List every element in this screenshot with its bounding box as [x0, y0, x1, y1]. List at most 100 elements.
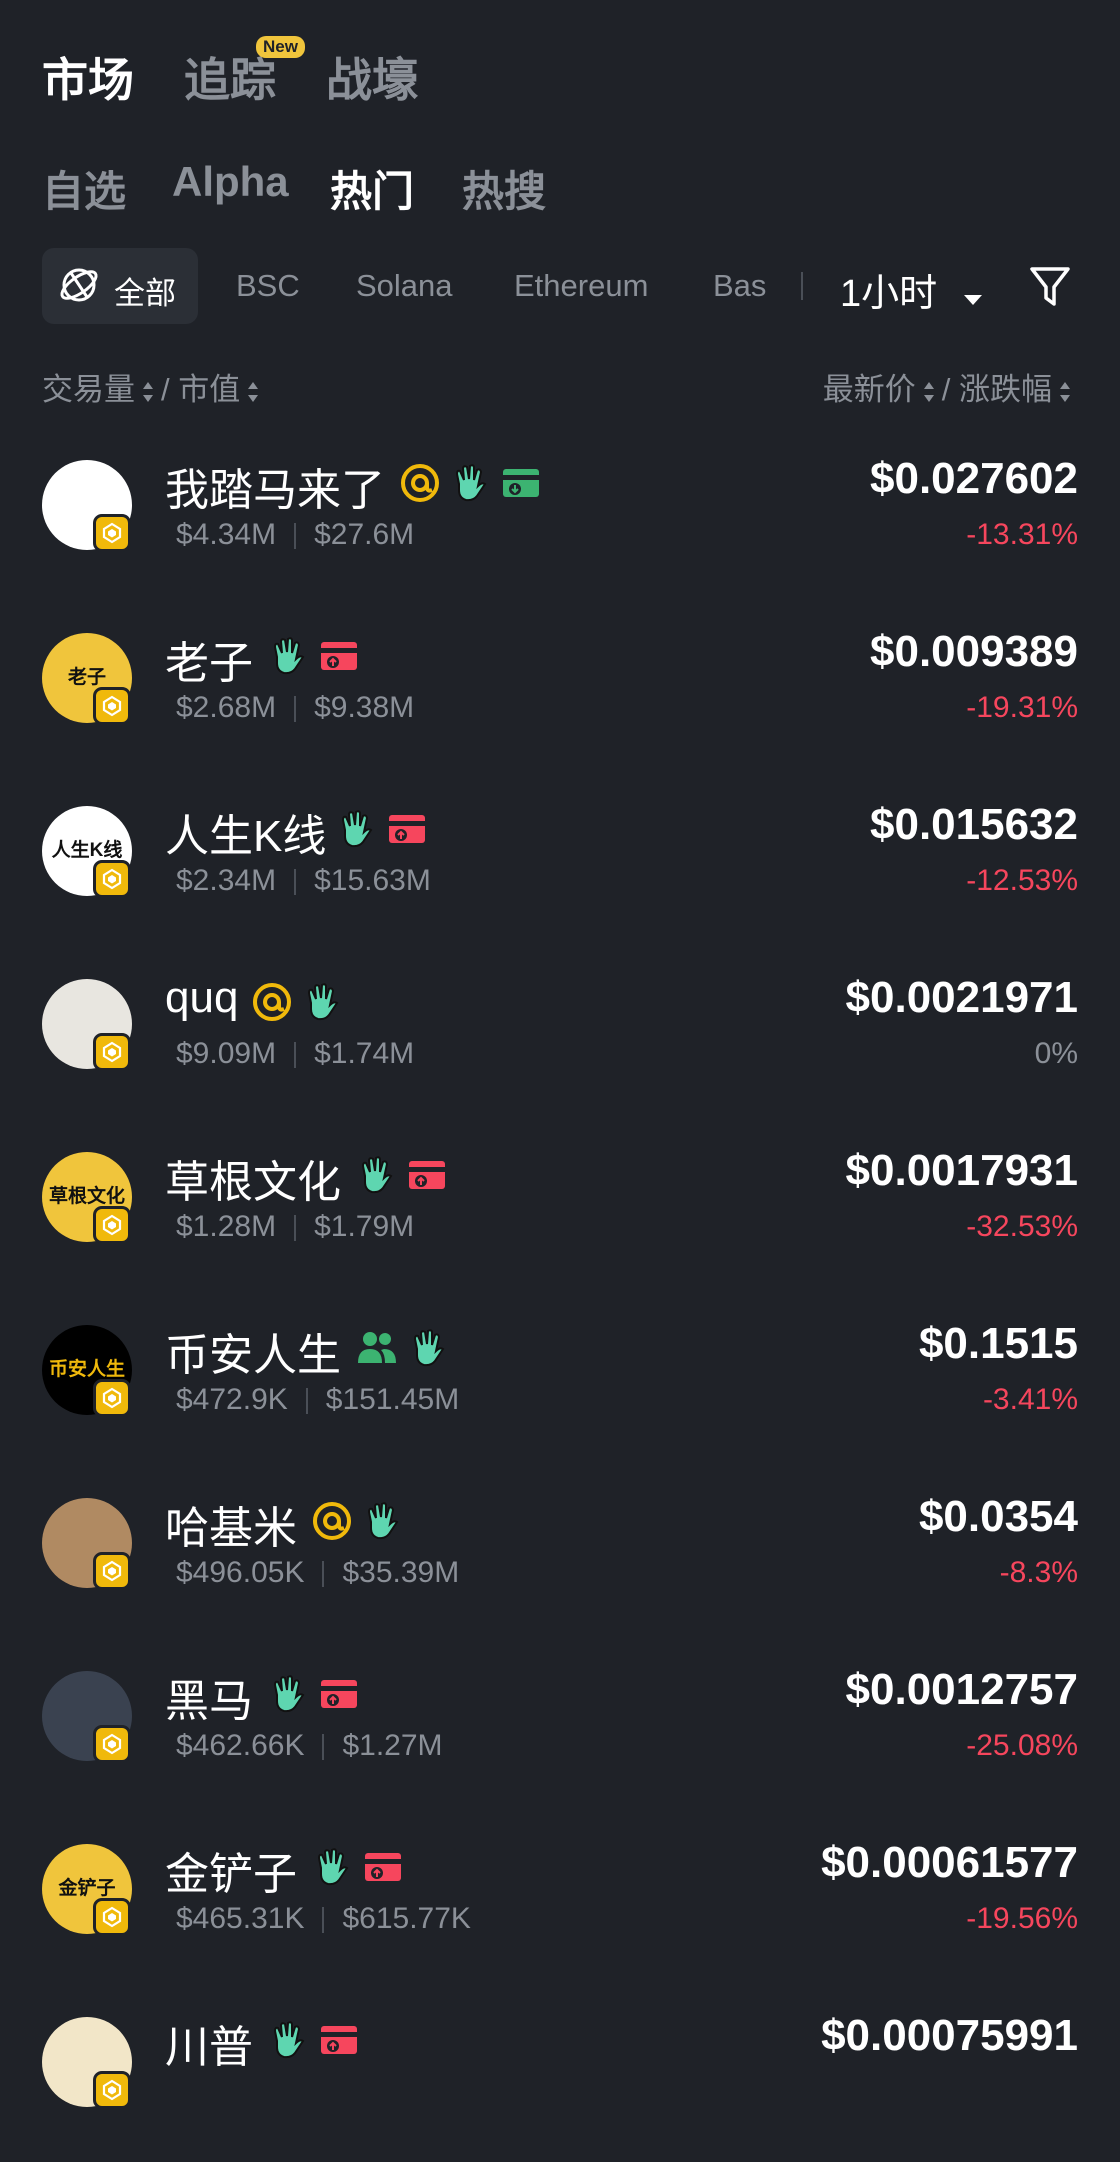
token-row[interactable]: 哈基米 $496.05K $35.39M $0.0354 -8.3% [0, 1470, 1120, 1643]
token-tags [355, 1327, 457, 1373]
chain-all-label: 全部 [114, 276, 176, 311]
sort-divider: / [161, 372, 170, 407]
token-row[interactable]: 金铲子 金铲子 $465.31K $615.77K $0.00061577 -19.56% [0, 1816, 1120, 1989]
token-name: 金铲子 [165, 1850, 297, 1899]
token-change: -25.08% [966, 1729, 1078, 1762]
token-name: quq [165, 973, 239, 1022]
token-price: $0.00075991 [821, 2011, 1078, 2060]
token-metrics: $472.9K $151.45M [176, 1383, 459, 1417]
sort-header-left: 交易量 / 市值 [42, 364, 266, 409]
subtab-hot[interactable]: 热门 [330, 158, 414, 219]
token-tags [399, 462, 551, 508]
subtab-watchlist[interactable]: 自选 [42, 158, 126, 219]
token-mcap: $9.38M [314, 691, 415, 724]
token-row[interactable]: 草根文化 草根文化 $1.28M $1.79M $0.0017931 -32.53% [0, 1124, 1120, 1297]
token-mcap: $1.74M [314, 1037, 415, 1070]
metrics-divider [294, 1042, 297, 1069]
tab-trenches[interactable]: 战壕 [326, 44, 418, 110]
token-row[interactable]: 老子 老子 $2.68M $9.38M $0.009389 -19.31% [0, 605, 1120, 778]
bnb-chain-icon [93, 1725, 131, 1763]
subtab-trending[interactable]: 热搜 [462, 158, 546, 219]
chain-filter-bsc[interactable]: BSC [236, 268, 300, 304]
chain-filter-solana[interactable]: Solana [356, 268, 453, 304]
chain-filter-ethereum[interactable]: Ethereum [514, 268, 648, 304]
token-price: $0.0017931 [845, 1146, 1078, 1195]
token-volume: $2.34M [176, 864, 277, 897]
token-change: -19.31% [966, 691, 1078, 724]
token-name: 我踏马来了 [165, 466, 385, 515]
token-tags [311, 1846, 413, 1892]
token-tags [311, 1500, 411, 1546]
token-metrics: $2.34M $15.63M [176, 864, 431, 898]
token-row[interactable]: quq $9.09M $1.74M $0.0021971 0% [0, 951, 1120, 1124]
token-row[interactable]: 黑马 $462.66K $1.27M $0.0012757 -25.08% [0, 1643, 1120, 1816]
token-metrics: $465.31K $615.77K [176, 1902, 471, 1936]
sort-header-right: 最新价 / 涨跌幅 [823, 364, 1078, 409]
token-row[interactable]: 币安人生 币安人生 $472.9K $151.45M $0.1515 -3.41% [0, 1297, 1120, 1470]
hand-icon [301, 981, 343, 1028]
people-icon [355, 1327, 399, 1374]
new-badge: New [256, 36, 305, 58]
token-tags [251, 981, 351, 1027]
token-name: 币安人生 [165, 1331, 341, 1380]
card-red-icon [317, 636, 361, 681]
subtab-alpha[interactable]: Alpha [172, 158, 289, 206]
token-tags [355, 1154, 457, 1200]
token-price: $0.0012757 [845, 1665, 1078, 1714]
token-change: -8.3% [999, 1556, 1078, 1589]
bnb-chain-icon [93, 514, 131, 552]
sort-change[interactable]: 涨跌幅 [959, 372, 1052, 407]
bnb-chain-icon [93, 1033, 131, 1071]
token-change: 0% [1034, 1037, 1078, 1070]
token-volume: $9.09M [176, 1037, 277, 1070]
sort-volume[interactable]: 交易量 [42, 372, 135, 407]
caret-down-icon [962, 274, 984, 317]
token-metrics: $462.66K $1.27M [176, 1729, 443, 1763]
token-volume: $2.68M [176, 691, 277, 724]
token-change: -19.56% [966, 1902, 1078, 1935]
bnb-chain-icon [93, 687, 131, 725]
period-label: 1小时 [840, 273, 938, 315]
token-volume: $4.34M [176, 518, 277, 551]
card-red-icon [385, 809, 429, 854]
card-green-icon [499, 463, 543, 508]
token-price: $0.0354 [918, 1492, 1078, 1541]
metrics-divider [294, 869, 297, 896]
tab-market[interactable]: 市场 [42, 44, 134, 110]
bnb-chain-icon [93, 1898, 131, 1936]
token-metrics: $1.28M $1.79M [176, 1210, 414, 1244]
sort-arrows-icon[interactable] [1058, 378, 1072, 406]
period-dropdown[interactable]: 1小时 [840, 262, 984, 317]
token-mcap: $615.77K [342, 1902, 471, 1935]
token-mcap: $1.27M [342, 1729, 443, 1762]
card-red-icon [361, 1847, 405, 1892]
sort-mcap[interactable]: 市值 [178, 372, 240, 407]
token-price: $0.0021971 [845, 973, 1078, 1022]
sort-arrows-icon[interactable] [922, 378, 936, 406]
token-change: -12.53% [966, 864, 1078, 897]
filter-icon[interactable] [1028, 264, 1072, 315]
sort-arrows-icon[interactable] [246, 378, 260, 406]
hand-icon [267, 2019, 309, 2066]
chain-filter-all[interactable]: 全部 [42, 248, 198, 324]
token-metrics: $9.09M $1.74M [176, 1037, 414, 1071]
token-mcap: $27.6M [314, 518, 415, 551]
token-row[interactable]: 我踏马来了 $4.34M $27.6M $0.027602 -13.31% [0, 432, 1120, 605]
hand-icon [355, 1154, 397, 1201]
token-volume: $472.9K [176, 1383, 288, 1416]
token-name: 草根文化 [165, 1158, 341, 1207]
sort-price[interactable]: 最新价 [823, 372, 916, 407]
token-volume: $1.28M [176, 1210, 277, 1243]
token-mcap: $151.45M [325, 1383, 460, 1416]
at-icon [251, 981, 293, 1028]
token-volume: $496.05K [176, 1556, 305, 1589]
token-row[interactable]: 川普 $0.00075991 [0, 1989, 1120, 2162]
token-volume: $462.66K [176, 1729, 305, 1762]
globe-icon [58, 264, 100, 311]
token-row[interactable]: 人生K线 人生K线 $2.34M $15.63M $0.015632 -12.53% [0, 778, 1120, 951]
token-price: $0.00061577 [821, 1838, 1078, 1887]
sort-arrows-icon[interactable] [141, 378, 155, 406]
card-red-icon [405, 1155, 449, 1200]
chain-filter-base[interactable]: Bas [713, 268, 766, 304]
metrics-divider [294, 696, 297, 723]
